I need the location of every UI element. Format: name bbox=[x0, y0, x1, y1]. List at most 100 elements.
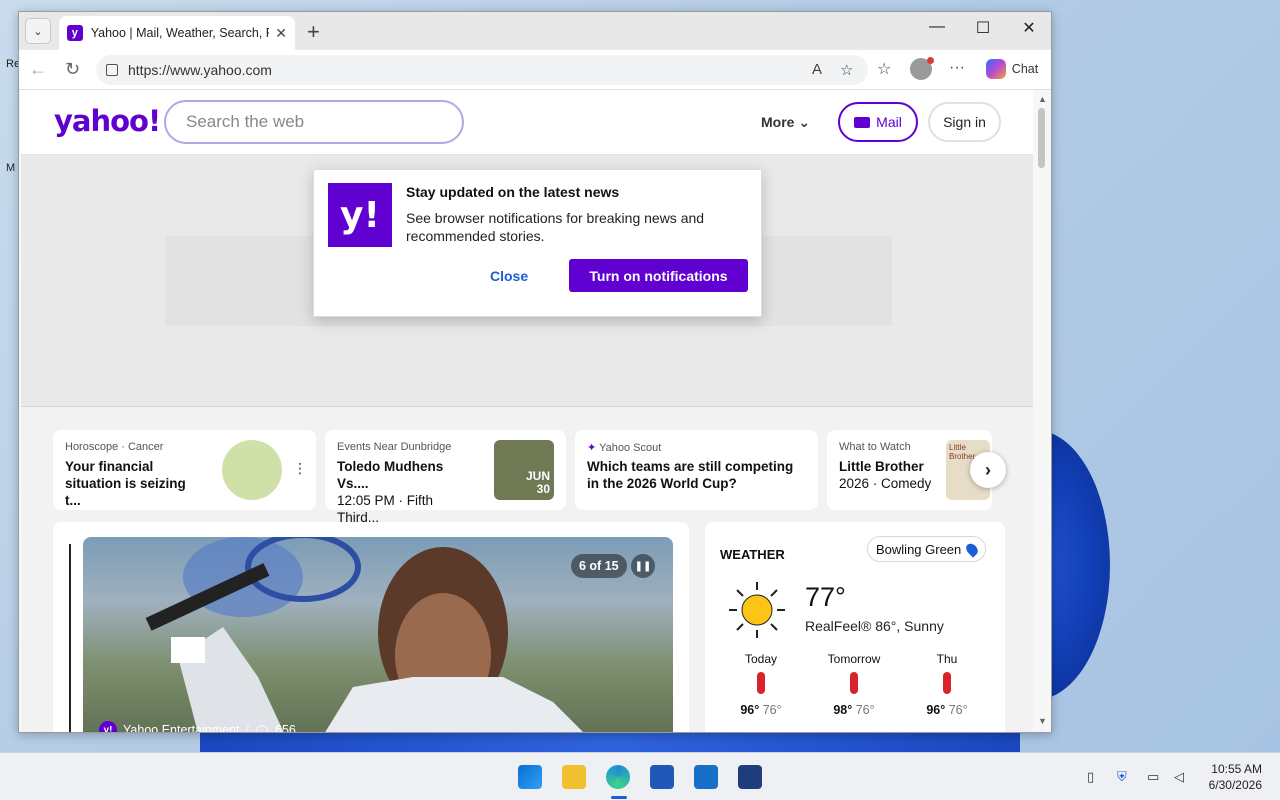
sunny-icon bbox=[729, 582, 785, 638]
thermometer-icon bbox=[850, 672, 858, 694]
yahoo-favicon-icon: y bbox=[67, 25, 83, 41]
minimize-button[interactable]: — bbox=[914, 18, 960, 36]
story-image[interactable]: 6 of 15 ❚❚ y! Yahoo Entertainment / ◯ 65… bbox=[83, 537, 673, 732]
comment-count[interactable]: 656 bbox=[275, 723, 296, 732]
forecast-thu[interactable]: Thu 96° 76° bbox=[912, 652, 982, 717]
system-clock[interactable]: 10:55 AM 6/30/2026 bbox=[1200, 761, 1262, 793]
lock-icon bbox=[106, 64, 118, 76]
back-icon[interactable]: ← bbox=[29, 59, 47, 80]
tab-list-button[interactable]: ⌄ bbox=[25, 18, 51, 44]
outlook-icon[interactable] bbox=[694, 765, 718, 789]
maximize-button[interactable]: ☐ bbox=[960, 18, 1006, 38]
thermometer-icon bbox=[943, 672, 951, 694]
more-menu[interactable]: More ⌄ bbox=[761, 114, 810, 131]
scroll-up-icon[interactable]: ▲ bbox=[1038, 94, 1047, 104]
new-tab-icon[interactable]: + bbox=[307, 19, 320, 45]
close-button[interactable]: Close bbox=[490, 268, 528, 284]
powershell-icon[interactable] bbox=[738, 765, 762, 789]
card-what-to-watch[interactable]: What to Watch Little Brother 2026 · Come… bbox=[827, 430, 992, 510]
address-bar[interactable]: https://www.yahoo.com A ☆ bbox=[96, 55, 868, 85]
more-options-icon[interactable]: ··· bbox=[949, 59, 965, 77]
usb-icon[interactable]: ▯ bbox=[1087, 769, 1094, 785]
clock-time: 10:55 AM bbox=[1211, 762, 1262, 776]
scroll-down-icon[interactable]: ▼ bbox=[1038, 716, 1047, 726]
sign-in-button[interactable]: Sign in bbox=[928, 102, 1001, 142]
url-text: https://www.yahoo.com bbox=[128, 62, 272, 78]
location-pin-icon bbox=[964, 540, 981, 558]
card-kicker: ✦ Yahoo Scout bbox=[587, 442, 662, 454]
close-tab-icon[interactable]: ✕ bbox=[275, 25, 287, 42]
forecast-today[interactable]: Today 96° 76° bbox=[726, 652, 796, 717]
source-label[interactable]: Yahoo Entertainment bbox=[123, 723, 240, 732]
card-kicker: Events Near Dunbridge bbox=[337, 441, 452, 453]
card-title: Your financial situation is seizing t... bbox=[65, 459, 186, 508]
card-events[interactable]: Events Near Dunbridge Toledo Mudhens Vs.… bbox=[325, 430, 566, 525]
edge-icon[interactable] bbox=[606, 765, 630, 789]
close-window-button[interactable]: ✕ bbox=[1006, 18, 1051, 38]
mail-icon bbox=[854, 116, 871, 128]
featured-story[interactable]: 6 of 15 ❚❚ y! Yahoo Entertainment / ◯ 65… bbox=[53, 522, 689, 732]
chevron-down-icon: ⌄ bbox=[798, 114, 811, 130]
card-strip: Horoscope · Cancer Your financial situat… bbox=[53, 430, 1006, 525]
card-kicker: Horoscope · Cancer bbox=[65, 441, 164, 453]
tab-yahoo[interactable]: y Yahoo | Mail, Weather, Search, Politic… bbox=[59, 16, 295, 50]
cancer-zodiac-icon bbox=[222, 440, 282, 500]
card-title: Toledo Mudhens Vs.... 12:05 PM · Fifth T… bbox=[337, 459, 444, 525]
forecast-tomorrow[interactable]: Tomorrow 98° 76° bbox=[819, 652, 889, 717]
security-icon[interactable]: ⛨ bbox=[1117, 769, 1127, 785]
web-page: yahoo! Search the web More ⌄ Mail Sign i… bbox=[21, 90, 1033, 732]
favorite-star-icon[interactable]: ☆ bbox=[840, 61, 853, 79]
location-name: Bowling Green bbox=[876, 541, 962, 557]
mail-label: Mail bbox=[876, 114, 902, 130]
mail-button[interactable]: Mail bbox=[838, 102, 918, 142]
realfeel-text: RealFeel® 86°, Sunny bbox=[805, 618, 944, 634]
tab-title: Yahoo | Mail, Weather, Search, Politics,… bbox=[90, 26, 270, 40]
copilot-icon bbox=[985, 59, 1006, 79]
page-scrollbar[interactable]: ▲ ▼ bbox=[1033, 90, 1051, 732]
card-kicker: What to Watch bbox=[839, 441, 911, 453]
pause-icon[interactable]: ❚❚ bbox=[631, 554, 655, 578]
store-icon[interactable] bbox=[650, 765, 674, 789]
file-explorer-icon[interactable] bbox=[562, 765, 586, 789]
yahoo-logo[interactable]: yahoo! bbox=[54, 104, 161, 138]
desktop-icon-label[interactable]: M bbox=[6, 162, 15, 174]
turn-on-notifications-button[interactable]: Turn on notifications bbox=[569, 259, 748, 292]
current-temperature: 77° bbox=[805, 582, 846, 612]
tab-bar: ⌄ y Yahoo | Mail, Weather, Search, Polit… bbox=[19, 12, 1051, 50]
location-selector[interactable]: Bowling Green bbox=[867, 536, 987, 562]
yahoo-scout-icon: ✦ bbox=[587, 442, 597, 454]
more-options-icon[interactable]: ⋮ bbox=[293, 460, 307, 477]
active-app-indicator bbox=[611, 796, 627, 799]
story-credit: y! Yahoo Entertainment / ◯ 656 bbox=[99, 721, 296, 732]
card-scout[interactable]: ✦ Yahoo Scout Which teams are still comp… bbox=[575, 430, 818, 510]
weather-title: WEATHER bbox=[720, 547, 785, 562]
search-input[interactable]: Search the web bbox=[164, 100, 464, 144]
notification-body: See browser notifications for breaking n… bbox=[406, 210, 705, 244]
clock-date: 6/30/2026 bbox=[1208, 778, 1262, 792]
chat-label: Chat bbox=[1011, 62, 1039, 76]
yahoo-header: yahoo! Search the web More ⌄ Mail Sign i… bbox=[21, 90, 1033, 155]
scroll-thumb[interactable] bbox=[1038, 108, 1045, 168]
notification-prompt: y! Stay updated on the latest news See b… bbox=[313, 169, 762, 317]
card-title: Little Brother 2026 · Comedy bbox=[839, 459, 932, 491]
notification-title: Stay updated on the latest news bbox=[406, 184, 620, 200]
yahoo-logo-icon: y! bbox=[328, 183, 392, 247]
read-aloud-icon[interactable]: A bbox=[812, 61, 822, 78]
volume-muted-icon[interactable]: ◁ bbox=[1174, 769, 1184, 785]
thermometer-icon bbox=[757, 672, 765, 694]
refresh-icon[interactable]: ↻ bbox=[65, 59, 80, 80]
next-arrow-icon[interactable]: › bbox=[970, 452, 1006, 488]
search-placeholder: Search the web bbox=[186, 112, 305, 131]
copilot-chat-button[interactable]: Chat bbox=[979, 55, 1045, 83]
start-icon[interactable] bbox=[518, 765, 542, 789]
yahoo-entertainment-icon: y! bbox=[99, 721, 117, 732]
browser-window: ⌄ y Yahoo | Mail, Weather, Search, Polit… bbox=[18, 11, 1052, 733]
network-icon[interactable]: ▭ bbox=[1147, 769, 1159, 785]
card-title: Which teams are still competing in the 2… bbox=[587, 459, 794, 491]
weather-module: WEATHER Bowling Green 77° RealFeel® 86°,… bbox=[705, 522, 1005, 732]
address-bar-row: ← ↻ https://www.yahoo.com A ☆ ☆ ··· Chat bbox=[19, 50, 1051, 90]
event-thumbnail: JUN 30 bbox=[494, 440, 554, 500]
card-horoscope[interactable]: Horoscope · Cancer Your financial situat… bbox=[53, 430, 316, 510]
favorites-icon[interactable]: ☆ bbox=[877, 59, 891, 79]
taskbar: ▯ ⛨ ▭ ◁ 10:55 AM 6/30/2026 bbox=[0, 752, 1280, 800]
